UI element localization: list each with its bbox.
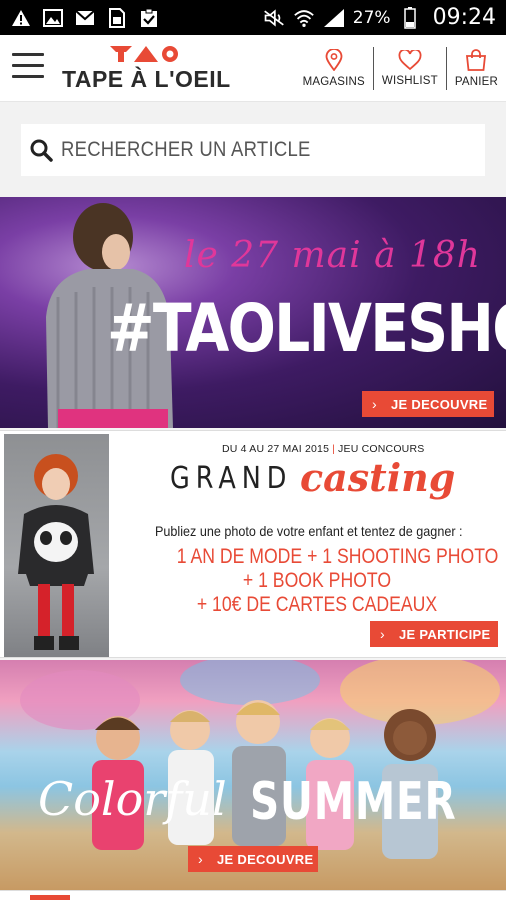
live-date: le 27 mai à 18h: [184, 235, 481, 276]
search-placeholder: RECHERCHER UN ARTICLE: [61, 138, 311, 161]
casting-title-casting: casting: [300, 455, 456, 500]
hamburger-line: [12, 75, 44, 78]
mute-icon: [263, 7, 285, 29]
casting-tag: JEU CONCOURS: [338, 443, 425, 455]
summer-cta-label: JE DECOUVRE: [216, 851, 314, 867]
search-area: RECHERCHER UN ARTICLE: [0, 102, 506, 197]
chevron-right-icon: ›: [198, 851, 203, 867]
casting-prize-line-2: + 1 BOOK PHOTO: [242, 569, 392, 592]
cart-button[interactable]: PANIER: [447, 35, 506, 102]
logo-text: TAPE À L'OEIL: [62, 66, 231, 92]
casting-dates-line: DU 4 AU 27 MAI 2015 | JEU CONCOURS: [222, 443, 424, 455]
signal-icon: [323, 7, 345, 29]
casting-dates-separator: |: [332, 443, 336, 455]
chevron-right-icon: ›: [372, 396, 377, 412]
shopping-bag-icon: [466, 49, 487, 71]
summer-title-colorful: Colorful: [38, 772, 227, 826]
heart-icon: [398, 50, 422, 70]
mail-icon: [74, 7, 96, 29]
banner-grand-casting[interactable]: DU 4 AU 27 MAI 2015 | JEU CONCOURS GRAND c…: [0, 430, 506, 658]
next-banner-peek: [0, 890, 506, 900]
wifi-icon: [293, 7, 315, 29]
search-icon: [30, 139, 53, 162]
hamburger-icon: [12, 53, 44, 56]
casting-title: GRAND casting: [170, 455, 455, 500]
status-bar: 27% 09:24: [0, 0, 506, 35]
logo-mark: [110, 46, 178, 62]
casting-dates: DU 4 AU 27 MAI 2015: [222, 443, 330, 455]
wishlist-button[interactable]: WISHLIST: [374, 35, 446, 102]
banner-taoliveshow[interactable]: le 27 mai à 18h #TAOLIVESHOW › JE DECOUV…: [0, 197, 506, 428]
clipboard-check-icon: [138, 7, 160, 29]
stores-button[interactable]: MAGASINS: [295, 35, 373, 102]
casting-cta-label: JE PARTICIPE: [398, 626, 491, 642]
image-icon: [42, 7, 64, 29]
casting-subtitle: Publiez une photo de votre enfant et ten…: [155, 523, 463, 539]
clock: 09:24: [432, 5, 496, 30]
casting-prize-line-1: 1 AN DE MODE + 1 SHOOTING PHOTO: [176, 545, 499, 568]
warning-icon: [10, 7, 32, 29]
next-banner-accent: [30, 895, 70, 900]
brand-logo[interactable]: TAPE À L'OEIL: [62, 41, 234, 97]
menu-button[interactable]: [12, 53, 44, 83]
wishlist-label: WISHLIST: [381, 75, 438, 87]
banner-colorful-summer[interactable]: Colorful SUMMER › JE DECOUVRE: [0, 660, 506, 890]
sim-icon: [106, 7, 128, 29]
live-discover-button[interactable]: › JE DECOUVRE: [362, 391, 494, 417]
hamburger-line: [12, 64, 44, 67]
chevron-right-icon: ›: [380, 626, 385, 642]
app-header: TAPE À L'OEIL MAGASINS WISHLIST PANIER: [0, 35, 506, 102]
casting-participate-button[interactable]: › JE PARTICIPE: [370, 621, 498, 647]
cart-label: PANIER: [454, 76, 498, 88]
casting-title-grand: GRAND: [170, 461, 293, 496]
child-photo: [4, 434, 109, 657]
child-illustration: [18, 454, 94, 650]
live-cta-label: JE DECOUVRE: [390, 396, 488, 412]
location-pin-icon: [325, 49, 343, 71]
live-hashtag: #TAOLIVESHOW: [107, 290, 506, 367]
casting-prize-line-3: + 10€ DE CARTES CADEAUX: [196, 593, 438, 616]
battery-percent: 27%: [352, 7, 391, 28]
summer-title-summer: SUMMER: [250, 772, 457, 832]
battery-icon: [399, 6, 421, 29]
summer-discover-button[interactable]: › JE DECOUVRE: [188, 846, 318, 872]
stores-label: MAGASINS: [302, 76, 365, 88]
search-input[interactable]: RECHERCHER UN ARTICLE: [21, 124, 485, 176]
